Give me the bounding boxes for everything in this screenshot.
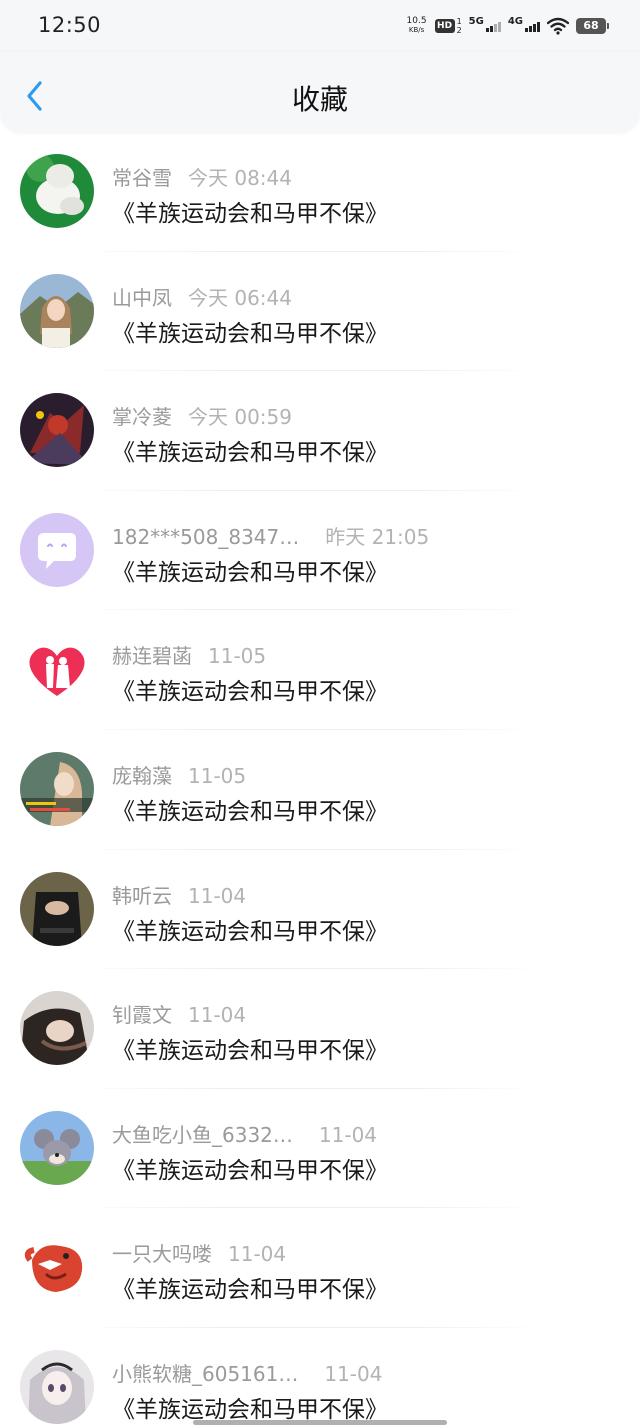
- net1-label: 5G: [468, 15, 484, 27]
- red-cartoon-avatar[interactable]: [20, 1230, 94, 1305]
- sim1-label: 1: [456, 17, 462, 26]
- timestamp: 11-05: [188, 763, 247, 788]
- list-item[interactable]: 大鱼吃小鱼_6332… 11-04 《羊族运动会和马甲不保》: [0, 1089, 640, 1209]
- sim-indicator: 1 2: [457, 17, 462, 35]
- bw-portrait-avatar[interactable]: [20, 991, 94, 1066]
- list-item[interactable]: 钊霞文 11-04 《羊族运动会和马甲不保》: [0, 969, 640, 1089]
- timestamp: 今天 06:44: [188, 285, 292, 310]
- book-title: 《羊族运动会和马甲不保》: [112, 320, 388, 347]
- timestamp: 11-04: [324, 1361, 383, 1386]
- user-name: 赫连碧菡: [112, 644, 192, 669]
- user-name: 庞翰藻: [112, 763, 172, 788]
- item-meta: 常谷雪 今天 08:44: [112, 162, 292, 190]
- book-title: 《羊族运动会和马甲不保》: [112, 798, 388, 825]
- item-meta: 山中凤 今天 06:44: [112, 282, 292, 310]
- timestamp: 11-04: [318, 1122, 378, 1147]
- list-item[interactable]: 庞翰藻 11-05 《羊族运动会和马甲不保》: [0, 730, 640, 850]
- user-name: 182***508_8347…: [112, 524, 300, 549]
- list-item[interactable]: 赫连碧菡 11-05 《羊族运动会和马甲不保》: [0, 610, 640, 730]
- book-title: 《羊族运动会和马甲不保》: [112, 1396, 388, 1423]
- list-item[interactable]: 山中凤 今天 06:44 《羊族运动会和马甲不保》: [0, 252, 640, 372]
- cartoon-mouse-avatar[interactable]: [20, 1110, 94, 1185]
- anime-girl-avatar[interactable]: [20, 1349, 94, 1424]
- network-speed-unit: KB/s: [408, 26, 425, 34]
- default-chat-avatar[interactable]: [20, 512, 94, 587]
- favorites-screen: 12:50 10.5 KB/s HD 1 2 5G 4G 68 收藏 常谷雪 今…: [0, 0, 640, 1427]
- item-meta: 赫连碧菡 11-05: [112, 640, 267, 669]
- page-title: 收藏: [291, 83, 348, 116]
- dark-outfit-avatar[interactable]: [20, 871, 94, 946]
- user-name: 掌冷菱: [112, 405, 172, 430]
- white-toy-avatar[interactable]: [20, 154, 94, 228]
- girl-mountain-avatar[interactable]: [20, 273, 94, 348]
- timestamp: 11-04: [188, 1003, 247, 1028]
- item-meta: 一只大吗喽 11-04: [112, 1238, 287, 1267]
- status-bar: 12:50 10.5 KB/s HD 1 2 5G 4G 68: [0, 0, 640, 52]
- timestamp: 11-04: [188, 883, 247, 908]
- item-meta: 掌冷菱 今天 00:59: [112, 401, 292, 430]
- signal-4g-icon: 4G: [508, 16, 540, 32]
- user-name: 山中凤: [112, 285, 172, 310]
- book-title: 《羊族运动会和马甲不保》: [112, 679, 388, 706]
- user-name: 一只大吗喽: [112, 1242, 212, 1267]
- hd-voice-icon: HD: [434, 19, 455, 33]
- signal-bars-2: [525, 21, 540, 32]
- battery-icon: 68: [576, 18, 609, 34]
- net2-label: 4G: [507, 15, 523, 27]
- user-name: 常谷雪: [112, 166, 172, 190]
- timestamp: 11-05: [208, 644, 267, 669]
- signal-5g-icon: 5G: [469, 16, 501, 32]
- item-meta: 大鱼吃小鱼_6332… 11-04: [112, 1119, 378, 1147]
- book-title: 《羊族运动会和马甲不保》: [112, 201, 388, 227]
- status-icons: 10.5 KB/s HD 1 2 5G 4G 68: [406, 14, 609, 38]
- status-time: 12:50: [38, 13, 102, 37]
- list-item[interactable]: 常谷雪 今天 08:44 《羊族运动会和马甲不保》: [0, 132, 640, 252]
- book-title: 《羊族运动会和马甲不保》: [112, 1277, 388, 1304]
- list-item[interactable]: 182***508_8347… 昨天 21:05 《羊族运动会和马甲不保》: [0, 491, 640, 611]
- nav-header: 收藏: [0, 52, 640, 132]
- book-title: 《羊族运动会和马甲不保》: [112, 918, 388, 945]
- item-meta: 钊霞文 11-04: [112, 999, 247, 1028]
- network-speed-value: 10.5: [406, 16, 427, 26]
- game-hero-avatar[interactable]: [20, 393, 94, 468]
- user-name: 小熊软糖_605161…: [112, 1361, 299, 1386]
- list-item[interactable]: 一只大吗喽 11-04 《羊族运动会和马甲不保》: [0, 1208, 640, 1328]
- timestamp: 昨天 21:05: [325, 524, 430, 549]
- timestamp: 今天 08:44: [188, 166, 292, 190]
- user-name: 钊霞文: [112, 1003, 172, 1028]
- heart-couple-avatar[interactable]: [20, 632, 94, 707]
- book-title: 《羊族运动会和马甲不保》: [112, 559, 388, 586]
- book-title: 《羊族运动会和马甲不保》: [112, 440, 388, 467]
- sim2-label: 2: [456, 26, 462, 35]
- wifi-icon: [547, 17, 569, 35]
- user-name: 韩听云: [112, 883, 172, 908]
- item-meta: 182***508_8347… 昨天 21:05: [112, 521, 430, 549]
- book-title: 《羊族运动会和马甲不保》: [112, 1038, 388, 1065]
- timestamp: 11-04: [228, 1242, 287, 1267]
- home-indicator[interactable]: [193, 1420, 447, 1425]
- favorites-list: 常谷雪 今天 08:44 《羊族运动会和马甲不保》 山中凤 今天 06:44 《羊族…: [0, 132, 640, 1427]
- item-meta: 韩听云 11-04: [112, 880, 247, 908]
- list-item[interactable]: 小熊软糖_605161… 11-04 《羊族运动会和马甲不保》: [0, 1328, 640, 1427]
- user-name: 大鱼吃小鱼_6332…: [112, 1122, 293, 1147]
- signal-bars-1: [485, 21, 501, 32]
- list-item[interactable]: 掌冷菱 今天 00:59 《羊族运动会和马甲不保》: [0, 371, 640, 491]
- timestamp: 今天 00:59: [188, 405, 292, 430]
- item-meta: 小熊软糖_605161… 11-04: [112, 1358, 383, 1386]
- item-meta: 庞翰藻 11-05: [112, 760, 247, 788]
- book-title: 《羊族运动会和马甲不保》: [112, 1157, 388, 1184]
- list-item[interactable]: 韩听云 11-04 《羊族运动会和马甲不保》: [0, 850, 640, 970]
- girl-meme-avatar[interactable]: [20, 751, 94, 826]
- network-speed: 10.5 KB/s: [406, 17, 428, 35]
